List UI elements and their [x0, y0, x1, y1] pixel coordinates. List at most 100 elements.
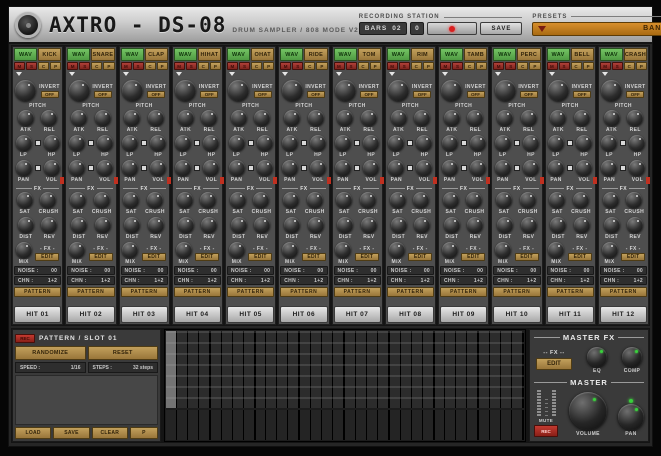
eq-knob[interactable] — [587, 346, 607, 367]
sequencer-step[interactable] — [311, 410, 323, 440]
highpass-knob[interactable] — [150, 135, 167, 151]
highpass-knob[interactable] — [416, 135, 433, 151]
sequencer-step[interactable] — [300, 331, 312, 408]
wav-select-button[interactable]: WAV — [173, 48, 197, 61]
mute-button[interactable]: M — [546, 62, 558, 70]
filter-link-toggle[interactable] — [460, 140, 467, 146]
pan-knob[interactable] — [548, 160, 565, 176]
pattern-button[interactable]: PATTERN — [67, 287, 115, 297]
sequencer-step[interactable] — [277, 331, 289, 408]
release-knob[interactable] — [360, 110, 377, 126]
pan-knob[interactable] — [15, 160, 32, 176]
sequencer-step[interactable] — [210, 410, 222, 440]
sample-dropdown[interactable] — [493, 70, 540, 78]
pan-knob[interactable] — [388, 160, 405, 176]
mix-knob[interactable] — [495, 242, 512, 258]
fx-edit-button[interactable]: EDIT — [141, 253, 166, 261]
paste-button[interactable]: P — [582, 62, 594, 70]
channel-routing-setting[interactable]: CHN : 1+2 — [173, 276, 221, 285]
sequencer-step[interactable] — [198, 331, 211, 408]
sequencer-step[interactable] — [366, 331, 378, 408]
pitch-knob[interactable] — [388, 80, 410, 101]
mix-knob[interactable] — [122, 242, 139, 258]
sequencer-step[interactable] — [277, 410, 289, 440]
release-knob[interactable] — [520, 110, 537, 126]
fx-edit-button[interactable]: EDIT — [35, 253, 60, 261]
attack-knob[interactable] — [124, 110, 141, 126]
invert-toggle[interactable]: OFF — [626, 90, 645, 98]
sequencer-step[interactable] — [501, 331, 513, 408]
hit-pad-button[interactable]: HIT 02 — [67, 306, 115, 323]
sequencer-step[interactable] — [221, 331, 233, 408]
wav-select-button[interactable]: WAV — [440, 48, 464, 61]
filter-link-toggle[interactable] — [513, 140, 520, 146]
saturation-knob[interactable] — [283, 192, 300, 208]
sequencer-step[interactable] — [288, 410, 301, 440]
invert-toggle[interactable]: OFF — [360, 90, 378, 98]
pattern-button[interactable]: PATTERN — [386, 287, 434, 297]
sequencer-step[interactable] — [389, 331, 401, 408]
attack-knob[interactable] — [17, 110, 34, 126]
copy-button[interactable]: C — [197, 62, 209, 70]
lowpass-knob[interactable] — [122, 135, 139, 151]
sequencer-step[interactable] — [176, 331, 188, 408]
saturation-knob[interactable] — [602, 192, 619, 208]
hit-pad-button[interactable]: HIT 10 — [493, 306, 541, 323]
solo-button[interactable]: S — [558, 62, 570, 70]
reverb-knob[interactable] — [467, 217, 484, 233]
sequencer-step[interactable] — [322, 410, 334, 440]
channel-name-button[interactable]: HIHAT — [197, 48, 221, 61]
invert-toggle[interactable]: OFF — [413, 90, 432, 98]
noise-setting[interactable]: NOISE : 00 — [14, 266, 62, 275]
solo-button[interactable]: S — [611, 62, 623, 70]
mix-knob[interactable] — [388, 242, 405, 258]
volume-knob[interactable] — [96, 160, 113, 176]
attack-knob[interactable] — [71, 110, 88, 126]
copy-button[interactable]: C — [304, 62, 316, 70]
mute-button[interactable]: M — [599, 62, 611, 70]
panvol-link-toggle[interactable] — [300, 165, 307, 171]
reverb-knob[interactable] — [254, 217, 271, 233]
saturation-knob[interactable] — [496, 192, 513, 208]
channel-routing-setting[interactable]: CHN : 1+2 — [280, 276, 328, 285]
comp-knob[interactable] — [622, 346, 642, 367]
reverb-knob[interactable] — [41, 217, 58, 233]
sequencer-step[interactable] — [221, 410, 233, 440]
sample-dropdown[interactable] — [280, 70, 327, 78]
pattern-button[interactable]: PATTERN — [493, 287, 541, 297]
filter-link-toggle[interactable] — [247, 140, 254, 146]
sequencer-step[interactable] — [445, 410, 457, 440]
pitch-knob[interactable] — [281, 80, 303, 101]
panvol-link-toggle[interactable] — [567, 165, 574, 171]
pitch-knob[interactable] — [601, 80, 623, 101]
mix-knob[interactable] — [228, 242, 245, 258]
copy-button[interactable]: C — [464, 62, 476, 70]
paste-button[interactable]: P — [263, 62, 275, 70]
solo-button[interactable]: S — [398, 62, 410, 70]
sequencer-step[interactable] — [467, 410, 480, 440]
fx-edit-button[interactable]: EDIT — [408, 253, 433, 261]
saturation-knob[interactable] — [229, 192, 246, 208]
attack-knob[interactable] — [550, 110, 567, 126]
channel-routing-setting[interactable]: CHN : 1+2 — [333, 276, 381, 285]
reset-button[interactable]: RESET — [87, 346, 158, 360]
hit-pad-button[interactable]: HIT 09 — [440, 306, 488, 323]
mute-button[interactable]: M — [67, 62, 79, 70]
mute-button[interactable]: M — [386, 62, 398, 70]
noise-setting[interactable]: NOISE : 00 — [280, 266, 328, 275]
volume-knob[interactable] — [416, 160, 433, 176]
channel-name-button[interactable]: RIDE — [304, 48, 328, 61]
panvol-link-toggle[interactable] — [34, 165, 41, 171]
crush-knob[interactable] — [466, 192, 483, 208]
pan-knob[interactable] — [228, 160, 245, 176]
paste-button[interactable]: P — [422, 62, 434, 70]
sample-dropdown[interactable] — [600, 70, 647, 78]
attack-knob[interactable] — [177, 110, 194, 126]
copy-button[interactable]: C — [357, 62, 369, 70]
saturation-knob[interactable] — [176, 192, 193, 208]
sequencer-step[interactable] — [467, 331, 480, 408]
attack-knob[interactable] — [284, 110, 301, 126]
lowpass-knob[interactable] — [441, 135, 458, 151]
wav-select-button[interactable]: WAV — [227, 48, 251, 61]
sequencer-step[interactable] — [490, 410, 502, 440]
